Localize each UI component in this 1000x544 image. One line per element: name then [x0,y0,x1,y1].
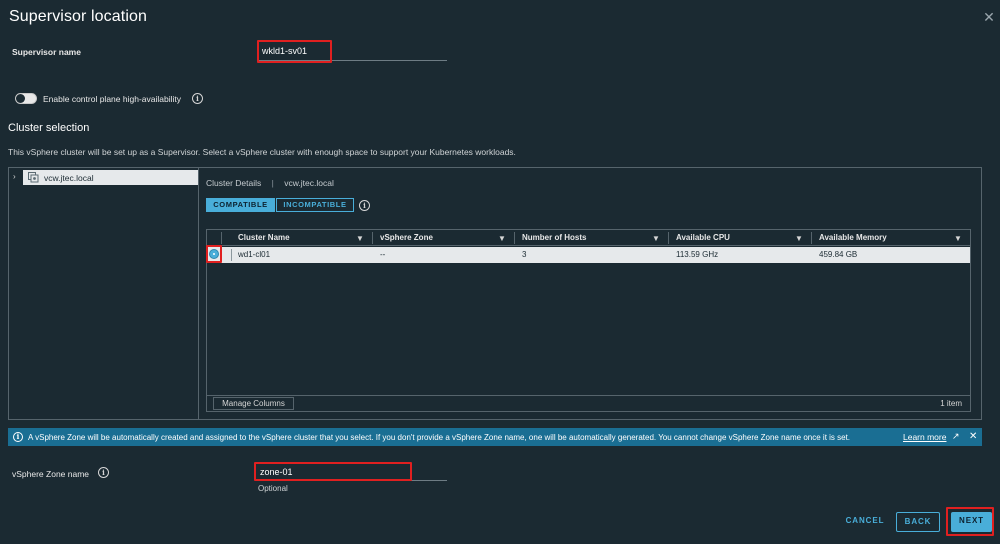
filter-icon[interactable]: ▼ [795,234,803,243]
column-header-available-memory[interactable]: Available Memory [819,233,887,242]
details-separator: | [271,178,274,188]
column-header-available-cpu[interactable]: Available CPU [676,233,730,242]
toggle-knob [16,94,25,103]
inventory-tree [9,168,199,419]
back-button[interactable]: BACK [896,512,940,532]
zone-name-hint: Optional [258,484,288,493]
cell-vsphere-zone: -- [380,250,386,259]
zone-name-label: vSphere Zone name [12,469,90,479]
learn-more-link[interactable]: Learn more [903,432,946,442]
highlight-box-row-select [206,245,222,263]
dialog-title: Supervisor location [9,8,147,25]
cell-available-memory: 459.84 GB [819,250,858,259]
highlight-box-supervisor-name [257,40,332,63]
ha-toggle-label: Enable control plane high-availability [43,94,181,104]
highlight-box-zone-name [254,462,412,481]
caret-right-icon[interactable]: › [13,172,16,181]
column-separator [231,249,232,261]
close-icon[interactable]: ✕ [982,10,996,24]
column-header-vsphere-zone[interactable]: vSphere Zone [380,233,433,242]
filter-icon[interactable]: ▼ [498,234,506,243]
info-banner-text: A vSphere Zone will be automatically cre… [28,433,851,442]
info-icon[interactable]: i [98,467,109,478]
cluster-icon [28,172,39,183]
column-separator [372,232,373,244]
column-header-cluster-name[interactable]: Cluster Name [238,233,290,242]
manage-columns-button[interactable]: Manage Columns [213,397,294,410]
external-link-icon[interactable]: ↗ [952,431,960,442]
cluster-selection-description: This vSphere cluster will be set up as a… [8,147,516,157]
cancel-button[interactable]: CANCEL [842,512,888,532]
info-icon[interactable]: i [192,93,203,104]
cluster-details-context: vcw.jtec.local [284,178,334,188]
tree-item-label: vcw.jtec.local [44,173,94,183]
filter-icon[interactable]: ▼ [954,234,962,243]
item-count: 1 item [940,399,962,408]
column-separator [811,232,812,244]
column-header-number-of-hosts[interactable]: Number of Hosts [522,233,586,242]
cell-cluster-name: wd1-cl01 [238,250,271,259]
cluster-details-label: Cluster Details [206,178,262,188]
column-separator [668,232,669,244]
tab-compatible[interactable]: COMPATIBLE [206,198,275,212]
filter-icon[interactable]: ▼ [652,234,660,243]
cluster-details-header: Cluster Details | vcw.jtec.local [206,178,334,188]
tab-incompatible[interactable]: INCOMPATIBLE [276,198,354,212]
cell-number-of-hosts: 3 [522,250,527,259]
cluster-selection-heading: Cluster selection [8,122,90,134]
column-separator [514,232,515,244]
tree-item-vcenter[interactable]: vcw.jtec.local [23,170,198,185]
info-icon[interactable]: i [359,200,370,211]
grid-footer [207,395,970,411]
column-separator [221,232,222,244]
highlight-box-next [946,507,994,536]
cell-available-cpu: 113.59 GHz [676,250,719,259]
supervisor-name-label: Supervisor name [12,47,81,57]
filter-icon[interactable]: ▼ [356,234,364,243]
close-icon[interactable]: ✕ [969,431,977,442]
ha-toggle[interactable] [15,93,37,104]
info-icon: i [13,432,23,442]
